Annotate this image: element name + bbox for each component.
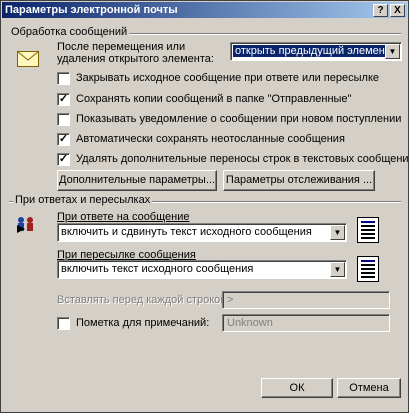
forward-value: включить текст исходного сообщения bbox=[61, 263, 254, 275]
checkbox-autosave[interactable]: ✓ Автоматически сохранять неотосланные с… bbox=[57, 132, 345, 146]
comments-name-input[interactable]: Unknown bbox=[222, 314, 390, 332]
forward-preview-icon bbox=[357, 256, 379, 282]
after-move-label: После перемещения или удаления открытого… bbox=[57, 41, 214, 65]
forward-select[interactable]: включить текст исходного сообщения ▼ bbox=[57, 260, 347, 279]
chevron-down-icon[interactable]: ▼ bbox=[330, 225, 345, 240]
checkbox-label: Показывать уведомление о сообщении при н… bbox=[76, 113, 402, 125]
title-bar: Параметры электронной почты ? X bbox=[2, 2, 407, 18]
checkbox-close-original[interactable]: Закрывать исходное сообщение при ответе … bbox=[57, 71, 379, 85]
checkbox-new-mail-notify[interactable]: Показывать уведомление о сообщении при н… bbox=[57, 112, 401, 126]
reply-preview-icon bbox=[357, 217, 379, 243]
checkbox-box[interactable]: ✓ bbox=[57, 92, 70, 106]
chevron-down-icon[interactable]: ▼ bbox=[385, 44, 400, 59]
reply-select[interactable]: включить и сдвинуть текст исходного сооб… bbox=[57, 223, 347, 242]
reply-value: включить и сдвинуть текст исходного сооб… bbox=[61, 226, 312, 238]
after-move-value: открыть предыдущий элемент bbox=[233, 45, 392, 57]
checkbox-label: Закрывать исходное сообщение при ответе … bbox=[76, 72, 379, 84]
prefix-input[interactable]: > bbox=[222, 291, 390, 309]
help-button[interactable]: ? bbox=[373, 4, 388, 17]
email-options-dialog: Параметры электронной почты ? X Обработк… bbox=[0, 0, 409, 413]
checkbox-label: Удалять дополнительные переносы строк в … bbox=[76, 153, 409, 165]
checkbox-box[interactable]: ✓ bbox=[57, 152, 70, 166]
advanced-options-button[interactable]: Дополнительные параметры... bbox=[57, 170, 217, 191]
tracking-options-button[interactable]: Параметры отслеживания ... bbox=[223, 170, 375, 191]
checkbox-box[interactable] bbox=[57, 316, 70, 330]
reply-forward-title: При ответах и пересылках bbox=[13, 194, 153, 206]
checkbox-remove-line-breaks[interactable]: ✓ Удалять дополнительные переносы строк … bbox=[57, 152, 409, 166]
checkbox-label: Автоматически сохранять неотосланные соо… bbox=[76, 133, 345, 145]
after-move-select[interactable]: открыть предыдущий элемент ▼ bbox=[230, 42, 402, 61]
envelope-icon bbox=[17, 51, 39, 67]
close-button[interactable]: X bbox=[390, 4, 405, 17]
ok-button[interactable]: ОК bbox=[261, 378, 333, 398]
cancel-button[interactable]: Отмена bbox=[337, 378, 401, 398]
checkbox-box[interactable]: ✓ bbox=[57, 132, 70, 146]
checkbox-box[interactable] bbox=[57, 71, 70, 85]
message-handling-title: Обработка сообщений bbox=[9, 26, 130, 38]
checkbox-save-sent[interactable]: ✓ Сохранять копии сообщений в папке "Отп… bbox=[57, 92, 351, 106]
prefix-label: Вставлять перед каждой строкой: bbox=[57, 294, 230, 306]
checkbox-label: Пометка для примечаний: bbox=[76, 317, 210, 329]
checkbox-label: Сохранять копии сообщений в папке "Отпра… bbox=[76, 93, 352, 105]
chevron-down-icon[interactable]: ▼ bbox=[330, 262, 345, 277]
reply-label: При ответе на сообщение bbox=[57, 211, 190, 223]
window-title: Параметры электронной почты bbox=[5, 4, 178, 16]
checkbox-box[interactable] bbox=[57, 112, 70, 126]
checkbox-mark-comments[interactable]: Пометка для примечаний: bbox=[57, 316, 209, 330]
reply-forward-icon bbox=[17, 217, 33, 233]
